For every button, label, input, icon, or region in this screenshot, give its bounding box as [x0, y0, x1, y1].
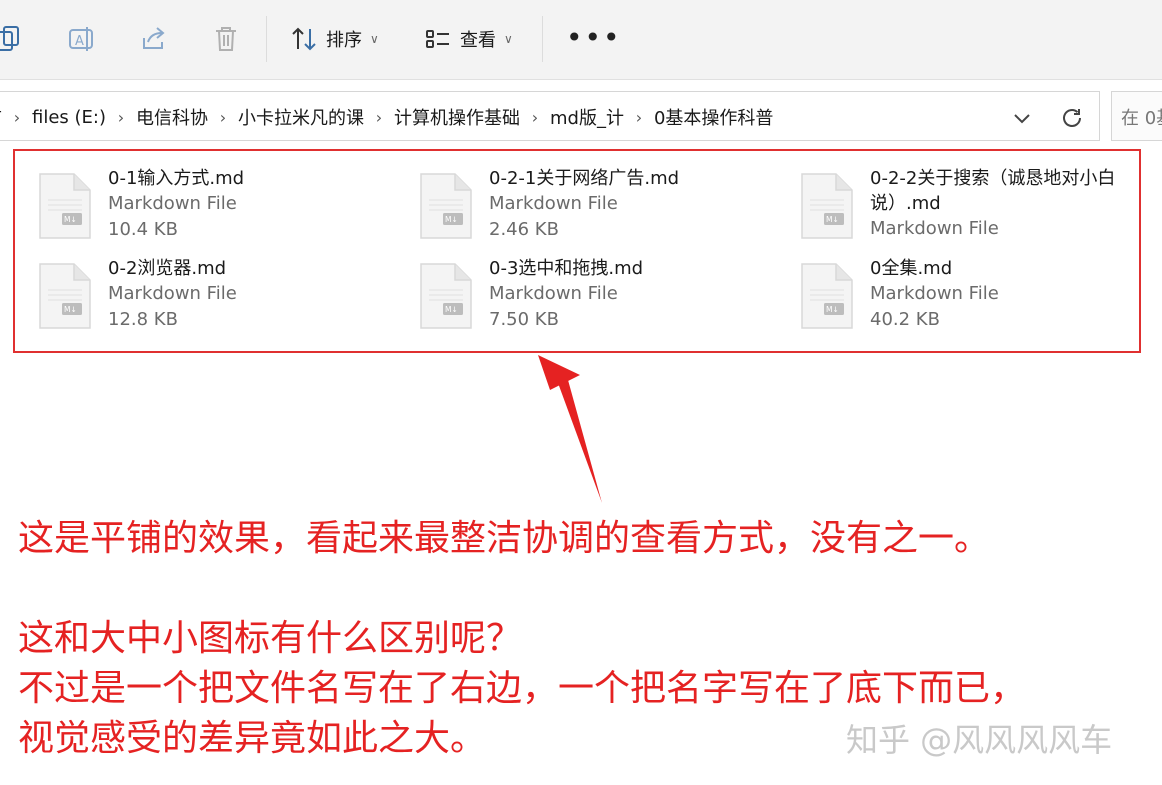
- delete-icon[interactable]: [212, 24, 240, 54]
- svg-text:M↓: M↓: [445, 305, 458, 314]
- watermark: 知乎 @风风风风车: [846, 721, 1113, 759]
- svg-text:M↓: M↓: [64, 215, 77, 224]
- breadcrumb-item[interactable]: files (E:): [32, 107, 106, 128]
- file-tile[interactable]: M↓ 0-1输入方式.md Markdown File 10.4 KB: [38, 168, 398, 252]
- breadcrumb-item[interactable]: 计算机操作基础: [394, 104, 520, 130]
- address-dropdown-icon[interactable]: [1010, 106, 1034, 130]
- file-tile[interactable]: M↓ 0-2浏览器.md Markdown File 12.8 KB: [38, 258, 398, 342]
- copy-icon[interactable]: [0, 24, 24, 54]
- view-button[interactable]: 查看 ∨: [424, 22, 513, 56]
- svg-text:A: A: [75, 34, 84, 49]
- file-type: Markdown File: [108, 193, 237, 214]
- toolbar-divider: [542, 16, 543, 62]
- breadcrumb-item[interactable]: md版_计: [550, 104, 624, 130]
- annotation-line: 这是平铺的效果，看起来最整洁协调的查看方式，没有之一。: [18, 518, 991, 559]
- annotation-line: 这和大中小图标有什么区别呢？: [18, 618, 523, 659]
- sort-label: 排序: [326, 30, 362, 51]
- file-name: 0-2浏览器.md: [108, 258, 227, 279]
- chevron-down-icon: ∨: [504, 32, 513, 46]
- file-tile[interactable]: M↓ 0-3选中和拖拽.md Markdown File 7.50 KB: [419, 258, 779, 342]
- file-type: Markdown File: [870, 283, 999, 304]
- markdown-file-icon: M↓: [39, 173, 91, 239]
- file-size: 2.46 KB: [489, 219, 559, 240]
- file-type: Markdown File: [870, 218, 999, 239]
- view-label: 查看: [460, 30, 496, 51]
- file-type: Markdown File: [108, 283, 237, 304]
- annotation-line: 视觉感受的差异竟如此之大。: [18, 718, 487, 759]
- file-tile[interactable]: M↓ 0-2-2关于搜索（诚恳地对小白 说）.md Markdown File: [800, 168, 1160, 252]
- chevron-right-icon[interactable]: ›: [364, 108, 394, 127]
- file-type: Markdown File: [489, 283, 618, 304]
- file-size: 40.2 KB: [870, 309, 940, 330]
- svg-text:M↓: M↓: [826, 305, 839, 314]
- file-tile[interactable]: M↓ 0-2-1关于网络广告.md Markdown File 2.46 KB: [419, 168, 779, 252]
- share-icon[interactable]: [140, 24, 168, 54]
- refresh-icon[interactable]: [1060, 106, 1084, 130]
- chevron-right-icon[interactable]: ›: [624, 108, 654, 127]
- red-arrow: [538, 355, 602, 503]
- markdown-file-icon: M↓: [801, 173, 853, 239]
- markdown-file-icon: M↓: [801, 263, 853, 329]
- toolbar-divider: [266, 16, 267, 62]
- file-name: 0全集.md: [870, 258, 953, 279]
- chevron-right-icon[interactable]: ›: [2, 108, 32, 127]
- command-bar: A 排序 ∨ 查看 ∨ •••: [0, 0, 1162, 80]
- more-options-button[interactable]: •••: [566, 24, 622, 52]
- breadcrumb-item-current[interactable]: 0基本操作科普: [654, 104, 773, 130]
- address-bar-row: 首 › files (E:) › 电信科协 › 小卡拉米凡的课 › 计算机操作基…: [0, 81, 1162, 151]
- file-type: Markdown File: [489, 193, 618, 214]
- file-tile[interactable]: M↓ 0全集.md Markdown File 40.2 KB: [800, 258, 1160, 342]
- sort-button[interactable]: 排序 ∨: [290, 22, 379, 56]
- file-size: 12.8 KB: [108, 309, 178, 330]
- rename-icon[interactable]: A: [68, 24, 96, 54]
- address-bar[interactable]: 首 › files (E:) › 电信科协 › 小卡拉米凡的课 › 计算机操作基…: [0, 91, 1100, 141]
- breadcrumb-item[interactable]: 电信科协: [136, 104, 208, 130]
- markdown-file-icon: M↓: [420, 263, 472, 329]
- markdown-file-icon: M↓: [39, 263, 91, 329]
- svg-text:M↓: M↓: [445, 215, 458, 224]
- file-size: 10.4 KB: [108, 219, 178, 240]
- file-name: 0-1输入方式.md: [108, 168, 245, 189]
- svg-text:M↓: M↓: [826, 215, 839, 224]
- breadcrumb-item[interactable]: 小卡拉米凡的课: [238, 104, 364, 130]
- view-icon: [426, 30, 449, 48]
- file-name: 0-3选中和拖拽.md: [489, 258, 644, 279]
- sort-icon: [292, 27, 316, 51]
- annotation-line: 不过是一个把文件名写在了右边，一个把名字写在了底下而已，: [18, 668, 1027, 709]
- svg-text:M↓: M↓: [64, 305, 77, 314]
- markdown-file-icon: M↓: [420, 173, 472, 239]
- file-size: 7.50 KB: [489, 309, 559, 330]
- chevron-right-icon[interactable]: ›: [208, 108, 238, 127]
- chevron-down-icon: ∨: [370, 32, 379, 46]
- search-input[interactable]: 在 0基: [1111, 91, 1162, 141]
- chevron-right-icon[interactable]: ›: [106, 108, 136, 127]
- chevron-right-icon[interactable]: ›: [520, 108, 550, 127]
- breadcrumb: 首 › files (E:) › 电信科协 › 小卡拉米凡的课 › 计算机操作基…: [0, 92, 773, 142]
- file-name: 0-2-2关于搜索（诚恳地对小白: [870, 168, 1116, 189]
- file-name: 说）.md: [870, 193, 941, 214]
- file-name: 0-2-1关于网络广告.md: [489, 168, 680, 189]
